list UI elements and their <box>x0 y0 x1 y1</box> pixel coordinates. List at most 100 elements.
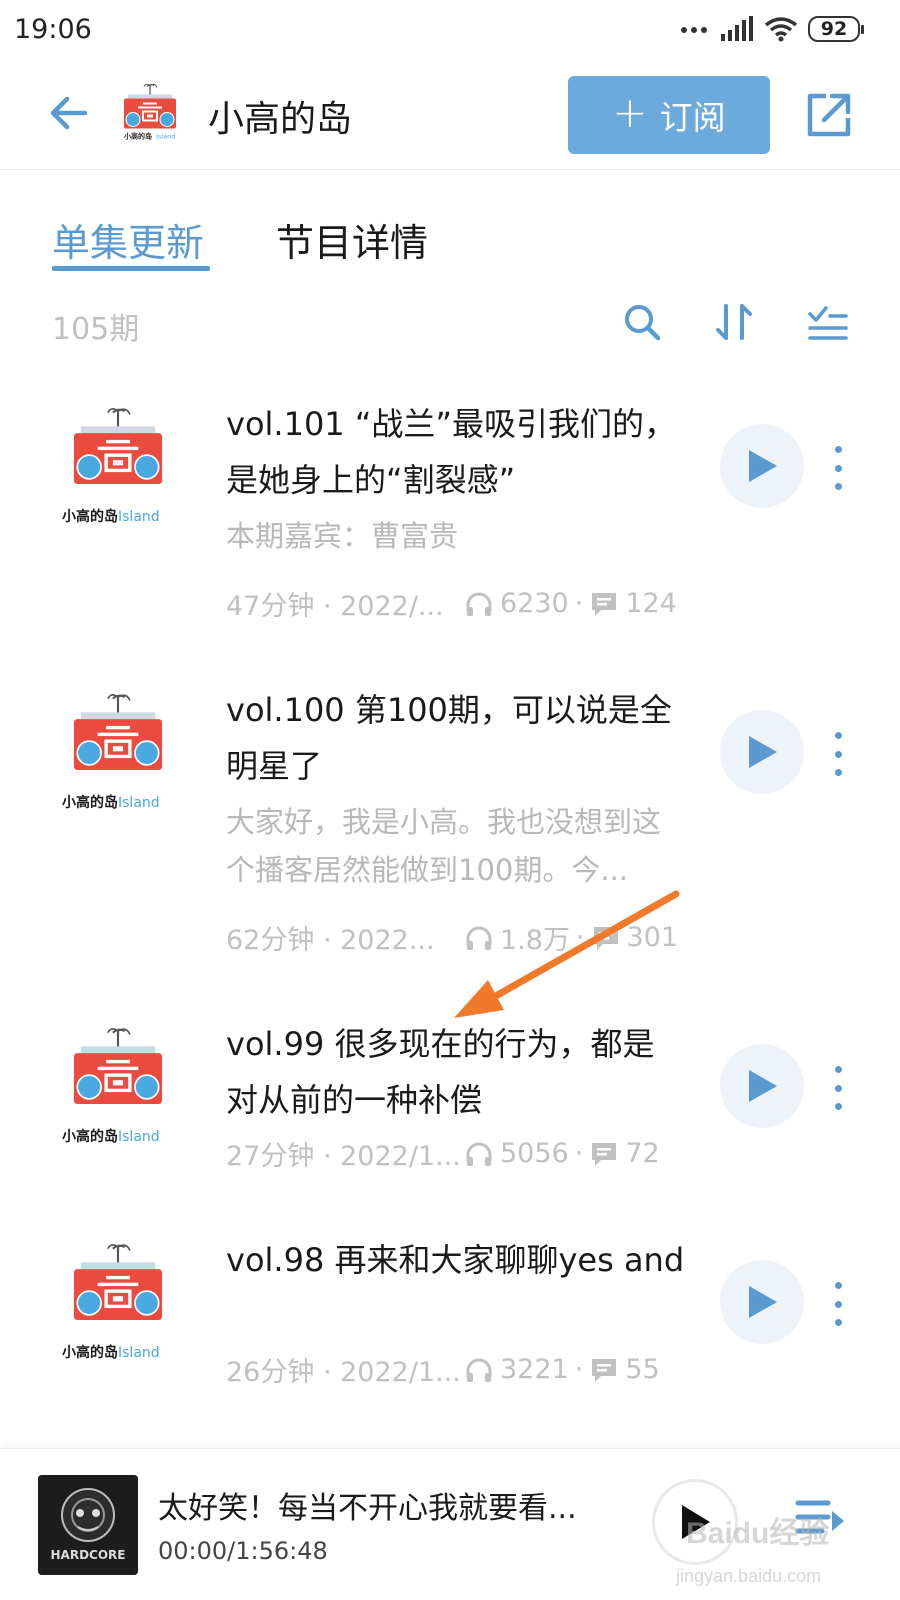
episode-count: 105期 <box>52 312 140 347</box>
cover-caption: 小高的岛Island <box>62 795 160 811</box>
comment-count-value: 124 <box>625 588 677 619</box>
tab-details[interactable]: 节目详情 <box>276 212 428 267</box>
episode-meta: 27分钟 · 2022/1... 5056 · 72 <box>226 1134 696 1173</box>
episode-cover: 小高的岛Island <box>62 1026 174 1145</box>
tab-active-indicator <box>52 266 210 271</box>
signal-icon <box>721 16 753 41</box>
search-icon[interactable] <box>620 300 664 344</box>
comment-icon <box>593 926 618 950</box>
play-button[interactable] <box>720 1044 804 1128</box>
meta-separator: · <box>574 1138 584 1169</box>
boombox-icon <box>62 692 174 792</box>
more-options-button[interactable] <box>830 1066 846 1110</box>
play-icon <box>749 450 777 482</box>
batch-select-icon[interactable] <box>806 300 850 344</box>
comment-count-value: 301 <box>626 922 679 953</box>
comment-icon <box>592 1142 617 1166</box>
comment-count: 124 <box>589 588 677 619</box>
mini-player-cover: HARDCORE <box>38 1475 138 1575</box>
comment-icon <box>592 1358 617 1382</box>
play-icon <box>749 1070 777 1102</box>
status-time: 19:06 <box>14 14 92 45</box>
back-button[interactable] <box>44 88 94 138</box>
hardcore-cover-icon: HARDCORE <box>38 1475 138 1575</box>
meta-separator: · <box>574 1354 584 1385</box>
play-button[interactable] <box>720 710 804 794</box>
svg-text:Island: Island <box>156 133 175 141</box>
meta-separator: · <box>575 922 585 953</box>
status-bar: 19:06 92 <box>0 0 900 62</box>
meta-separator: · <box>574 588 584 619</box>
watermark-url: jingyan.baidu.com <box>676 1566 822 1586</box>
subscribe-button[interactable]: + 订阅 <box>568 76 770 154</box>
mini-player-title[interactable]: 太好笑！每当不开心我就要看... <box>158 1483 598 1527</box>
svg-text:HARDCORE: HARDCORE <box>51 1548 126 1562</box>
comment-count: 301 <box>591 922 679 953</box>
podcast-title: 小高的岛 <box>208 99 353 140</box>
plus-icon: + <box>612 88 648 137</box>
comment-count: 72 <box>589 1138 660 1169</box>
episode-duration-date: 26分钟 · 2022/1... <box>226 1357 461 1388</box>
tab-bar: 单集更新 节目详情 <box>0 200 900 280</box>
play-button[interactable] <box>720 424 804 508</box>
play-button[interactable] <box>720 1260 804 1344</box>
cover-caption: 小高的岛Island <box>62 1129 160 1145</box>
more-dots-icon <box>681 27 707 33</box>
episode-cover: 小高的岛Island <box>62 406 174 525</box>
play-count-value: 6230 <box>500 588 569 619</box>
episode-toolbar: 105期 <box>0 296 900 356</box>
cover-caption: 小高的岛Island <box>62 1345 160 1361</box>
wifi-icon <box>764 17 798 42</box>
play-count-value: 3221 <box>500 1354 569 1385</box>
sort-icon[interactable] <box>712 300 756 344</box>
headphones-icon <box>466 1358 492 1382</box>
more-options-button[interactable] <box>830 732 846 776</box>
svg-text:小高的岛: 小高的岛 <box>123 132 152 141</box>
headphones-icon <box>466 592 492 616</box>
more-options-button[interactable] <box>830 446 846 490</box>
episode-duration-date: 62分钟 · 2022... <box>226 925 435 956</box>
play-icon <box>749 736 777 768</box>
episode-cover: 小高的岛Island <box>62 1242 174 1361</box>
episode-meta: 62分钟 · 2022... 1.8万 · 301 <box>226 918 696 957</box>
podcast-logo-icon: 小高的岛 Island <box>123 83 176 141</box>
boombox-icon <box>62 1026 174 1126</box>
play-count: 5056 <box>464 1138 569 1169</box>
headphones-icon <box>466 1142 492 1166</box>
episode-title[interactable]: vol.101 “战兰”最吸引我们的，是她身上的“割裂感” <box>226 396 686 508</box>
header: 小高的岛 Island 小高的岛 + 订阅 <box>0 62 900 170</box>
comment-count-value: 55 <box>625 1354 660 1385</box>
comment-icon <box>592 592 617 616</box>
comment-count: 55 <box>589 1354 660 1385</box>
boombox-icon <box>62 1242 174 1342</box>
play-count-value: 5056 <box>500 1138 569 1169</box>
episode-duration-date: 27分钟 · 2022/1... <box>226 1141 461 1172</box>
episode-meta: 47分钟 · 2022/... 6230 · 124 <box>226 584 696 623</box>
play-count-value: 1.8万 <box>500 925 570 956</box>
tab-episodes[interactable]: 单集更新 <box>52 212 204 267</box>
episode-title[interactable]: vol.99 很多现在的行为，都是对从前的一种补偿 <box>226 1016 686 1128</box>
mini-player-time: 00:00/1:56:48 <box>158 1537 328 1565</box>
play-icon <box>749 1286 777 1318</box>
episode-title[interactable]: vol.100 第100期，可以说是全明星了 <box>226 682 686 794</box>
episode-meta: 26分钟 · 2022/1... 3221 · 55 <box>226 1350 696 1389</box>
play-count: 3221 <box>464 1354 569 1385</box>
battery-icon: 92 <box>808 16 864 42</box>
share-icon[interactable] <box>802 88 856 142</box>
comment-count-value: 72 <box>625 1138 660 1169</box>
episode-cover: 小高的岛Island <box>62 692 174 811</box>
episode-title[interactable]: vol.98 再来和大家聊聊yes and <box>226 1232 686 1288</box>
boombox-icon <box>62 406 174 506</box>
subscribe-label: 订阅 <box>659 98 726 137</box>
watermark: Baidu经验 <box>686 1517 830 1550</box>
headphones-icon <box>466 926 492 950</box>
back-arrow-icon <box>50 96 88 130</box>
more-options-button[interactable] <box>830 1282 846 1326</box>
episode-duration-date: 47分钟 · 2022/... <box>226 591 444 622</box>
episode-description: 本期嘉宾：曹富贵 <box>226 519 459 553</box>
play-count: 1.8万 <box>464 918 570 957</box>
status-icons: 92 <box>680 16 864 42</box>
episode-description: 大家好，我是小高。我也没想到这个播客居然能做到100期。今... <box>226 805 662 887</box>
cover-caption: 小高的岛Island <box>62 509 160 525</box>
play-count: 6230 <box>464 588 569 619</box>
